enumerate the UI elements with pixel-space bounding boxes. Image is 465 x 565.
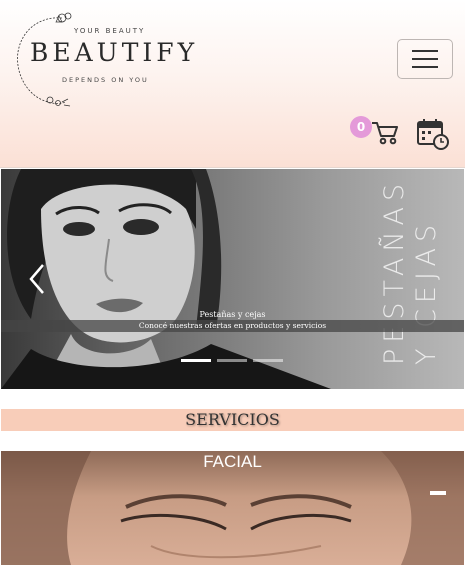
chevron-left-icon	[29, 264, 44, 294]
cart-button[interactable]: 0	[350, 116, 400, 150]
carousel-indicators	[181, 359, 283, 362]
slide-heading-line2: Y CEJAS	[411, 218, 442, 365]
menu-toggle-button[interactable]	[397, 39, 453, 79]
carousel-indicator-1[interactable]	[181, 359, 211, 362]
cart-count-badge: 0	[350, 116, 372, 138]
slide-heading-line1: PESTAÑAS	[379, 177, 410, 365]
logo-brand-name: BEAUTIFY	[30, 38, 199, 67]
carousel-indicator-2[interactable]	[217, 359, 247, 362]
calendar-clock-icon	[417, 119, 449, 150]
logo-tagline-top: YOUR BEAUTY	[74, 27, 146, 35]
page: YOUR BEAUTY BEAUTIFY DEPENDS ON YOU 0 PE…	[0, 0, 465, 565]
brand-logo[interactable]: YOUR BEAUTY BEAUTIFY DEPENDS ON YOU	[12, 10, 197, 110]
slide-caption-text: Conocé nuestras ofertas en productos y s…	[1, 320, 464, 332]
hero-carousel[interactable]: PESTAÑAS Y CEJAS Pestañas y cejas Conocé…	[1, 169, 464, 389]
service-card-facial[interactable]: FACIAL	[1, 451, 464, 565]
carousel-indicator-3[interactable]	[253, 359, 283, 362]
hamburger-icon-line	[412, 66, 438, 68]
carousel-prev-button[interactable]	[25, 261, 51, 297]
services-section-title: SERVICIOS	[1, 409, 464, 431]
shopping-cart-icon	[372, 122, 398, 145]
logo-tagline-bottom: DEPENDS ON YOU	[62, 76, 149, 84]
hamburger-icon-line	[412, 58, 438, 60]
slide-caption-title: Pestañas y cejas	[199, 310, 266, 319]
booking-calendar-button[interactable]	[416, 117, 450, 151]
site-header: YOUR BEAUTY BEAUTIFY DEPENDS ON YOU 0	[0, 0, 465, 168]
dash-icon[interactable]	[430, 491, 446, 495]
hamburger-icon	[412, 50, 438, 52]
service-card-title: FACIAL	[203, 452, 262, 471]
